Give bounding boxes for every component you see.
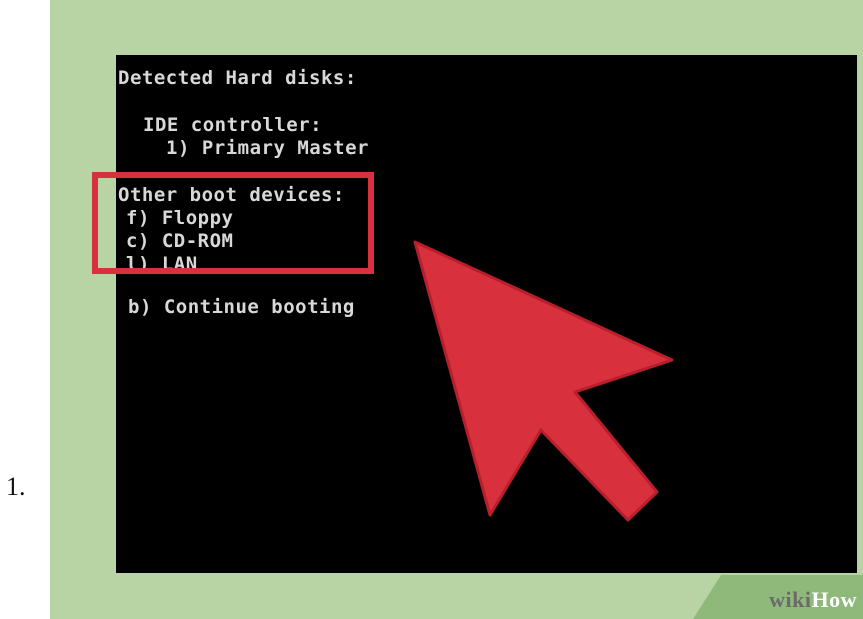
watermark-how: How [811,587,857,612]
watermark-wiki: wiki [769,587,812,612]
illustration: Detected Hard disks: IDE controller: 1) … [50,0,863,619]
cursor-arrow-icon [413,240,674,522]
watermark-band: wikiHow [693,575,863,619]
wikihow-watermark: wikiHow [769,587,857,613]
step-number: 1. [6,472,26,501]
